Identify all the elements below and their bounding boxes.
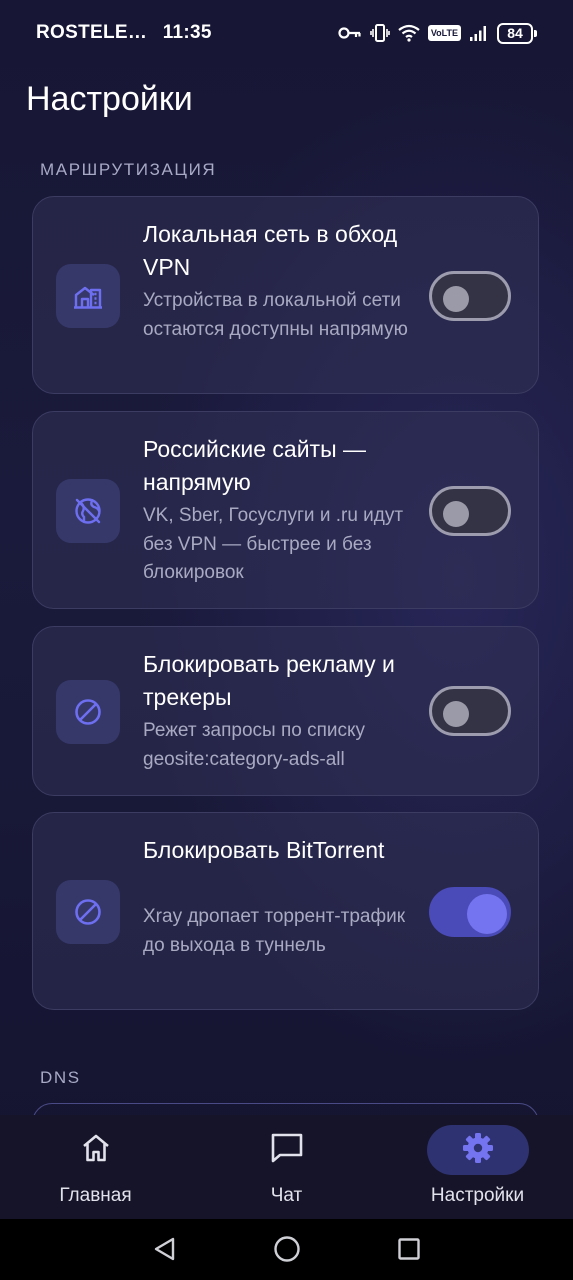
globe-off-icon — [56, 479, 120, 543]
setting-card-block-bittorrent: Блокировать BitTorrent Xray дропает торр… — [32, 812, 539, 1010]
nav-item-settings[interactable]: Настройки — [382, 1115, 573, 1219]
section-title-routing: МАРШРУТИЗАЦИЯ — [40, 160, 217, 179]
carrier-name: ROSTELE… — [36, 22, 148, 43]
block-icon — [56, 680, 120, 744]
card-title: Локальная сеть в обход VPN — [143, 221, 398, 280]
chat-icon — [270, 1132, 304, 1169]
nav-label: Чат — [270, 1185, 303, 1206]
home-circle-icon[interactable] — [273, 1235, 301, 1263]
card-description: Xray дропает торрент-трафик до выхода в … — [143, 906, 406, 956]
card-description: Устройства в локальной сети остаются дос… — [143, 290, 408, 340]
russian-sites-toggle[interactable] — [429, 486, 511, 536]
card-description: VK, Sber, Госуслуги и .ru идут без VPN —… — [143, 505, 404, 583]
card-title: Блокировать рекламу и трекеры — [143, 651, 395, 710]
toggle-knob — [443, 501, 469, 527]
toggle-knob — [443, 286, 469, 312]
recents-icon[interactable] — [395, 1235, 423, 1263]
toggle-knob — [467, 894, 507, 934]
nav-label: Настройки — [430, 1185, 525, 1206]
setting-card-block-ads: Блокировать рекламу и трекеры Режет запр… — [32, 626, 539, 796]
setting-card-local-network: Локальная сеть в обход VPN Устройства в … — [32, 196, 539, 394]
back-icon[interactable] — [151, 1235, 179, 1263]
status-bar: ROSTELE… 11:35 VoLTE 84 — [0, 0, 573, 66]
status-left: ROSTELE… 11:35 — [36, 22, 222, 44]
clock: 11:35 — [162, 22, 212, 43]
nav-icon-container — [236, 1125, 338, 1175]
gear-icon — [461, 1131, 495, 1170]
block-icon — [56, 880, 120, 944]
volte-indicator: VoLTE — [427, 25, 461, 41]
card-title: Блокировать BitTorrent — [143, 837, 385, 863]
nav-icon-container — [45, 1125, 147, 1175]
nav-icon-container — [426, 1125, 529, 1175]
vibrate-icon — [370, 23, 390, 43]
battery-indicator: 84 — [497, 22, 537, 44]
block-ads-toggle[interactable] — [429, 686, 511, 736]
signal-icon — [469, 25, 489, 41]
battery-level: 84 — [497, 22, 533, 44]
home-icon — [80, 1132, 112, 1169]
wifi-icon — [398, 24, 420, 42]
setting-card-russian-sites: Российские сайты — напрямую VK, Sber, Го… — [32, 411, 539, 609]
toggle-knob — [443, 701, 469, 727]
status-right: VoLTE 84 — [338, 20, 537, 46]
section-title-dns: DNS — [40, 1068, 81, 1087]
card-title: Российские сайты — напрямую — [143, 436, 367, 495]
local-network-icon — [56, 264, 120, 328]
nav-label: Главная — [59, 1185, 132, 1206]
local-network-toggle[interactable] — [429, 271, 511, 321]
page-title: Настройки — [26, 80, 193, 118]
card-description: Режет запросы по списку geosite:category… — [143, 720, 366, 770]
bottom-navigation: Главная Чат Настройки — [0, 1115, 573, 1219]
block-bittorrent-toggle[interactable] — [429, 887, 511, 937]
battery-tip — [534, 29, 537, 37]
system-navigation-bar — [0, 1219, 573, 1280]
nav-item-home[interactable]: Главная — [0, 1115, 191, 1219]
key-icon — [338, 26, 362, 40]
nav-item-chat[interactable]: Чат — [191, 1115, 382, 1219]
